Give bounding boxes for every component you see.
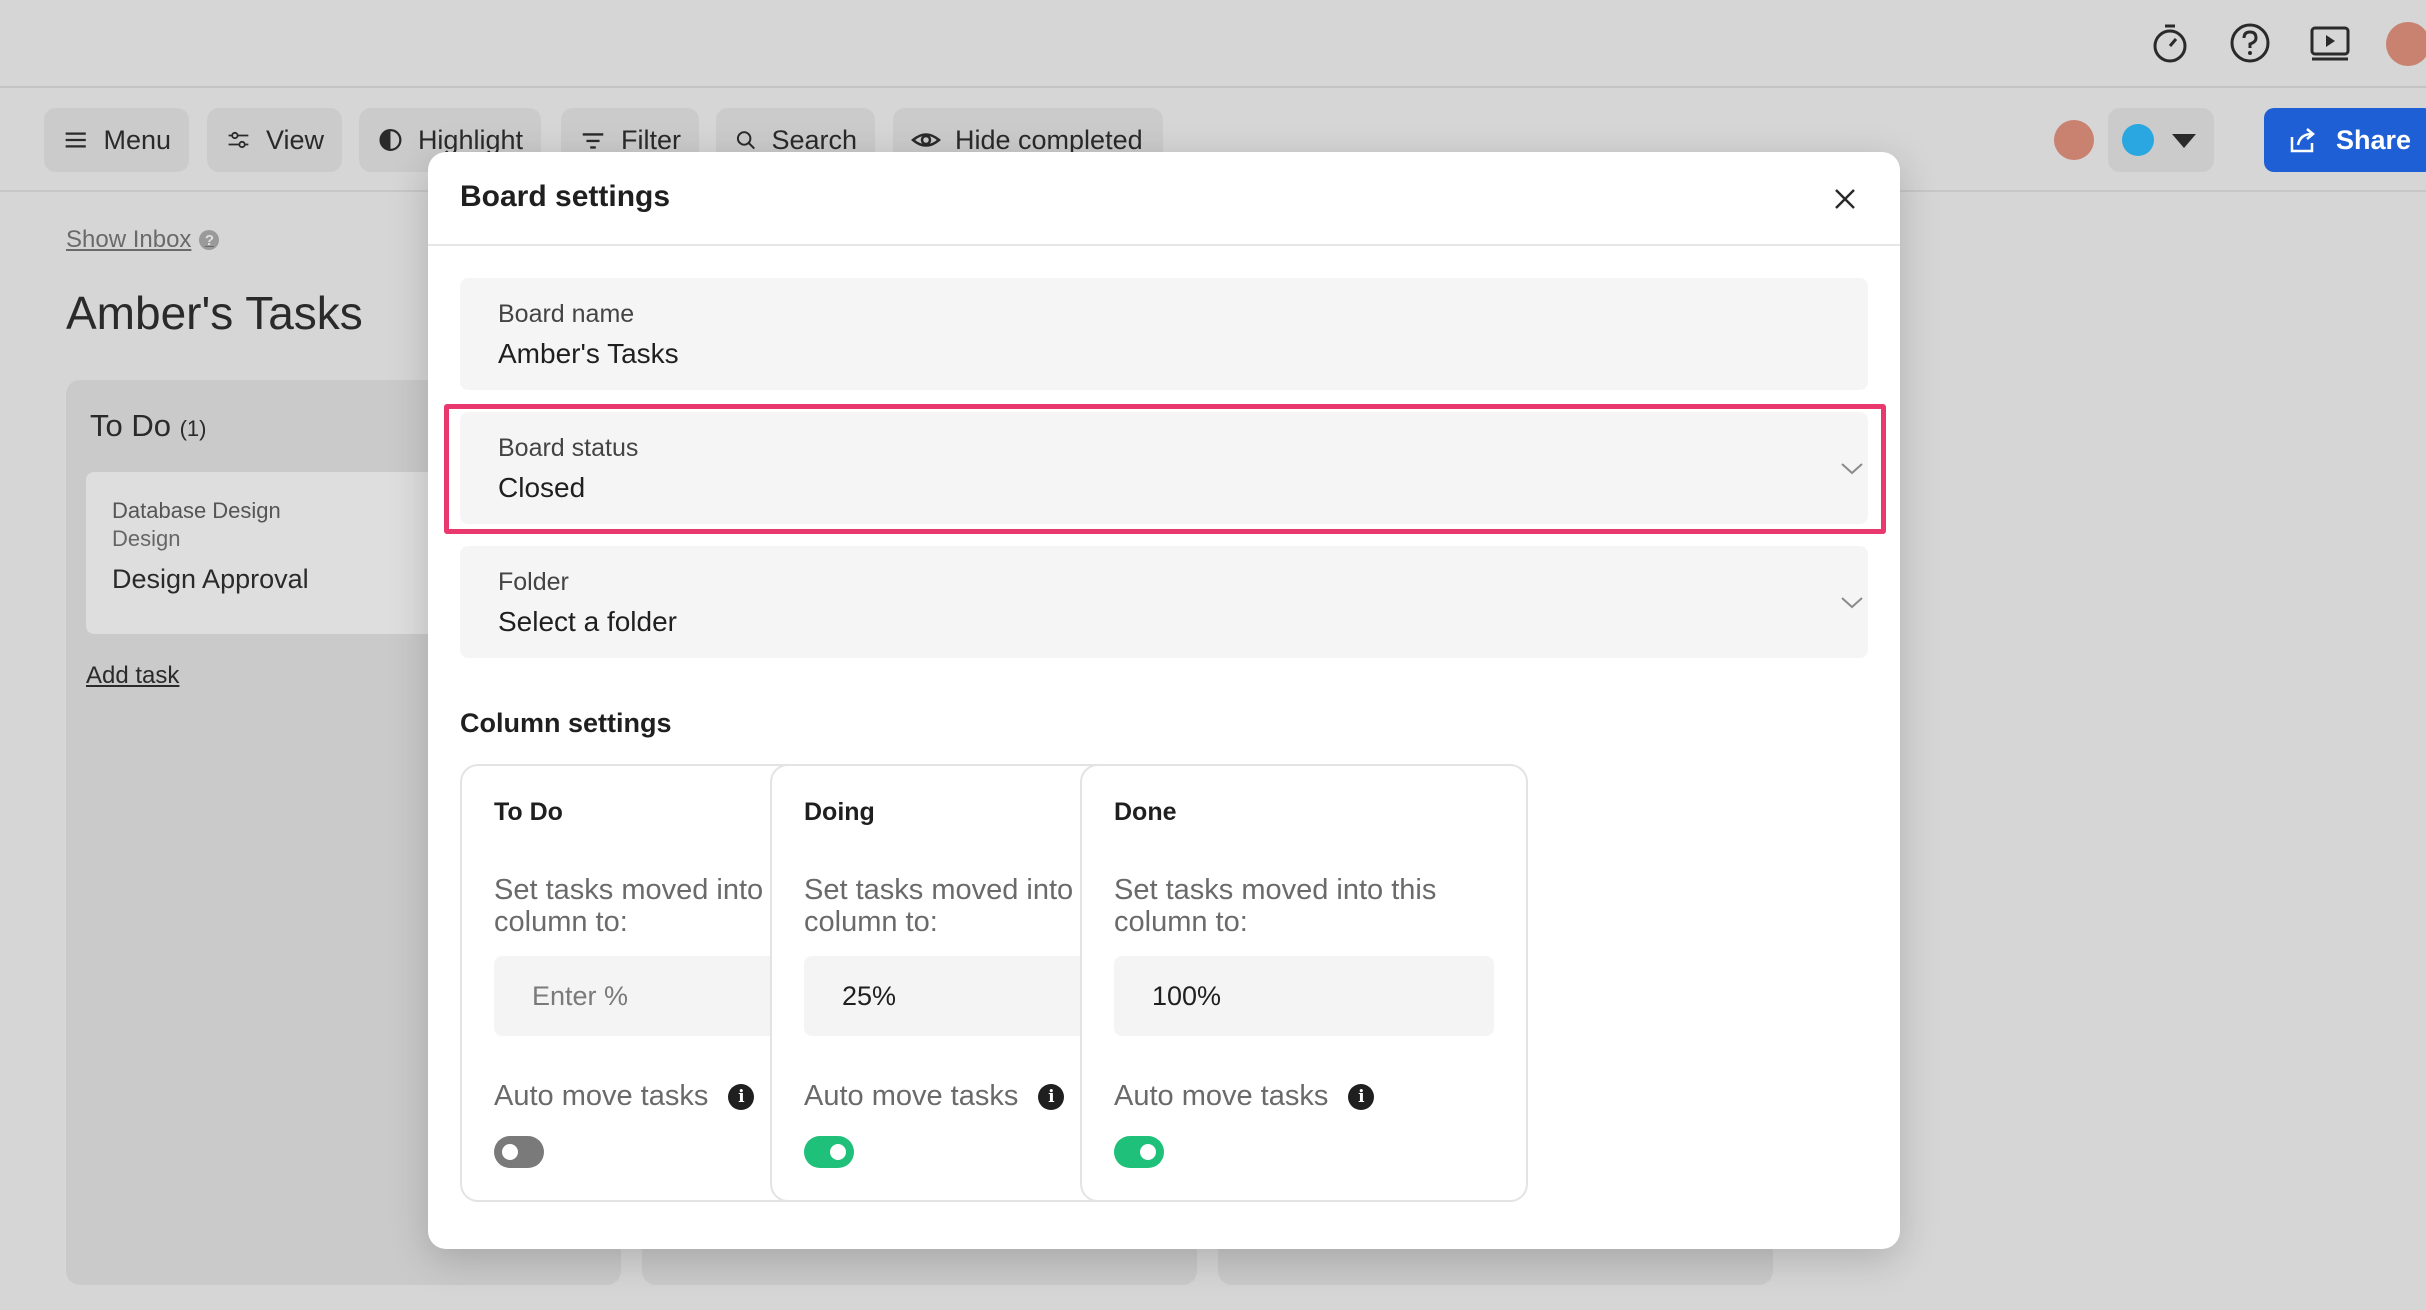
menu-label: Menu [103, 124, 171, 155]
help-small-icon[interactable]: ? [199, 230, 220, 250]
auto-move-label: Auto move tasks [494, 1080, 709, 1112]
filter-label: Filter [621, 124, 681, 155]
add-task-link[interactable]: Add task [86, 662, 179, 690]
column-count: (1) [179, 416, 207, 441]
modal-header: Board settings [428, 152, 1900, 246]
search-icon [736, 131, 756, 150]
top-bar [0, 0, 2426, 88]
board-settings-modal: Board settings Board name Amber's Tasks … [428, 152, 1900, 1249]
task-project: Database Design [112, 498, 281, 523]
video-tutorial-icon[interactable] [2307, 20, 2353, 66]
folder-select[interactable]: Folder Select a folder [460, 546, 1868, 658]
auto-move-toggle[interactable] [804, 1136, 854, 1168]
show-inbox-label: Show Inbox [66, 226, 192, 253]
board-name-value[interactable]: Amber's Tasks [498, 338, 679, 370]
highlight-label: Highlight [417, 124, 523, 155]
folder-value: Select a folder [498, 606, 677, 637]
help-icon[interactable] [2227, 20, 2273, 66]
board-name-field[interactable]: Board name Amber's Tasks [460, 278, 1868, 390]
chevron-down-icon [1838, 454, 1866, 482]
share-button[interactable]: Share [2264, 108, 2426, 172]
task-name: Design Approval [112, 564, 309, 594]
menu-button[interactable]: Menu [44, 108, 189, 172]
view-button[interactable]: View [207, 108, 342, 172]
auto-move-toggle[interactable] [494, 1136, 544, 1168]
column-card-title: To Do [494, 798, 563, 826]
column-card-description: Set tasks moved into this column to: [1114, 874, 1437, 938]
column-settings-title: Column settings [460, 708, 672, 738]
column-header: To Do (1) [90, 408, 207, 444]
auto-move-label: Auto move tasks [1114, 1080, 1329, 1112]
eye-icon [911, 133, 941, 147]
share-icon [2290, 128, 2315, 153]
column-card-title: Doing [804, 798, 875, 826]
auto-move-row: Auto move tasks i [494, 1080, 755, 1113]
board-name-label: Board name [498, 300, 635, 328]
chevron-down-icon [1838, 588, 1866, 616]
timer-icon[interactable] [2147, 20, 2193, 66]
caret-down-icon [2172, 134, 2196, 148]
modal-title: Board settings [460, 180, 671, 213]
toggle-knob [830, 1144, 846, 1160]
task-card[interactable] [86, 472, 446, 634]
search-label: Search [771, 124, 857, 155]
auto-move-toggle[interactable] [1114, 1136, 1164, 1168]
column-card-done: Done Set tasks moved into this column to… [1080, 764, 1528, 1202]
status-color-dropdown[interactable] [2108, 108, 2214, 172]
column-card-title: Done [1114, 798, 1177, 826]
auto-move-row: Auto move tasks i [804, 1080, 1065, 1113]
task-section: Design [112, 526, 181, 551]
hamburger-icon [65, 132, 86, 148]
folder-label: Folder [498, 568, 569, 596]
toggle-knob [502, 1144, 518, 1160]
board-status-label: Board status [498, 434, 639, 462]
board-title: Amber's Tasks [66, 287, 363, 339]
status-color-dot [2122, 124, 2154, 156]
info-icon[interactable]: i [1038, 1083, 1065, 1110]
info-icon[interactable]: i [1348, 1083, 1375, 1110]
info-icon[interactable]: i [728, 1083, 755, 1110]
view-label: View [265, 124, 324, 155]
auto-move-label: Auto move tasks [804, 1080, 1019, 1112]
filter-icon [582, 133, 604, 149]
column-name: To Do [90, 408, 171, 443]
toggle-knob [1140, 1144, 1156, 1160]
board-status-select[interactable]: Board status Closed [460, 412, 1868, 524]
share-label: Share [2336, 124, 2412, 155]
auto-move-row: Auto move tasks i [1114, 1080, 1375, 1113]
board-status-value: Closed [498, 472, 586, 503]
sliders-icon [228, 131, 249, 149]
close-icon [1835, 189, 1855, 209]
close-button[interactable] [1828, 182, 1862, 216]
hide-completed-label: Hide completed [955, 124, 1143, 155]
contrast-icon [379, 129, 402, 151]
member-avatar[interactable] [2054, 120, 2094, 160]
percent-input[interactable]: 100% [1114, 956, 1494, 1036]
user-avatar[interactable] [2386, 22, 2426, 66]
show-inbox-link[interactable]: Show Inbox ? [66, 226, 220, 254]
